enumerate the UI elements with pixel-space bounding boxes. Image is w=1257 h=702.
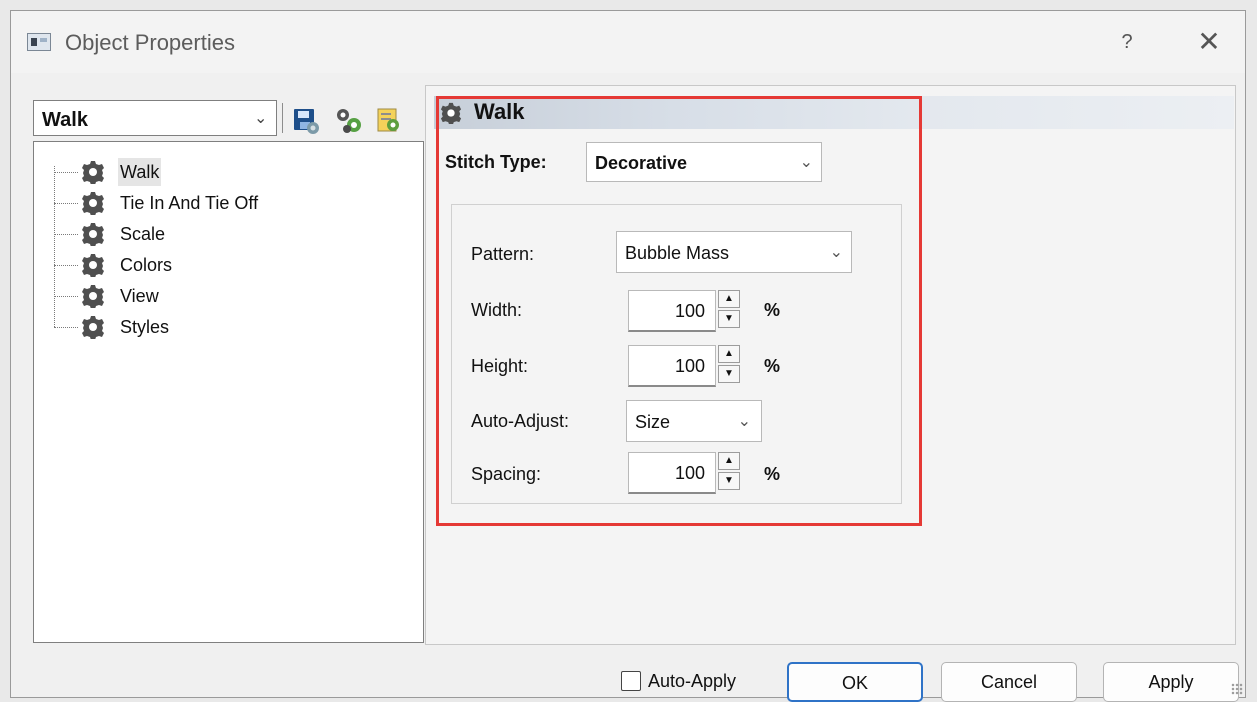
object-properties-window: Object Properties ? ✕ Walk ⌄ Walk Tie In… bbox=[10, 10, 1246, 702]
spacing-spinner[interactable]: ▲ ▼ bbox=[718, 452, 742, 492]
dialog-buttons: Auto-Apply OK Cancel Apply bbox=[11, 651, 1245, 702]
spacing-label: Spacing: bbox=[471, 464, 542, 484]
auto-adjust-select[interactable]: Size ⌄ bbox=[626, 400, 762, 442]
gear-icon bbox=[82, 316, 104, 339]
tree-connector bbox=[54, 296, 78, 297]
panel-title: Walk bbox=[474, 99, 525, 124]
gear-icon bbox=[440, 102, 462, 124]
width-label: Width: bbox=[471, 300, 523, 320]
gear-icon bbox=[82, 223, 104, 246]
apply-button[interactable]: Apply bbox=[1103, 662, 1239, 702]
tree-connector bbox=[54, 203, 78, 204]
spin-down-icon[interactable]: ▼ bbox=[718, 472, 740, 490]
ok-button[interactable]: OK bbox=[787, 662, 923, 702]
object-toolbar bbox=[281, 99, 421, 139]
auto-apply-label[interactable]: Auto-Apply bbox=[648, 671, 736, 692]
gear-icon bbox=[82, 192, 104, 215]
cancel-button[interactable]: Cancel bbox=[941, 662, 1077, 702]
tree-connector bbox=[54, 172, 78, 173]
properties-button[interactable] bbox=[333, 105, 363, 135]
stitch-type-select[interactable]: Decorative ⌄ bbox=[586, 142, 822, 182]
save-icon bbox=[294, 109, 319, 134]
tree-label: Scale bbox=[120, 224, 166, 244]
help-button[interactable]: ? bbox=[1107, 25, 1147, 59]
pattern-select[interactable]: Bubble Mass ⌄ bbox=[616, 231, 852, 273]
chevron-down-icon: ⌄ bbox=[829, 244, 843, 261]
properties-panel: Walk Stitch Type: Decorative ⌄ Pattern: … bbox=[425, 85, 1236, 645]
tree-label: Walk bbox=[118, 158, 162, 186]
width-spinner[interactable]: ▲ ▼ bbox=[718, 290, 742, 330]
spacing-unit: % bbox=[764, 464, 781, 484]
left-panel: Walk ⌄ Walk Tie In And Tie Off Scale Col… bbox=[23, 85, 424, 643]
height-spinner[interactable]: ▲ ▼ bbox=[718, 345, 742, 385]
height-value: 100 bbox=[674, 356, 705, 376]
auto-adjust-label: Auto-Adjust: bbox=[471, 411, 570, 431]
toolbar-separator bbox=[282, 103, 283, 133]
save-button[interactable] bbox=[291, 105, 321, 135]
title-bar: Object Properties ? ✕ bbox=[11, 11, 1245, 73]
width-value: 100 bbox=[674, 301, 705, 321]
property-tree: Walk Tie In And Tie Off Scale Colors Vie… bbox=[33, 141, 424, 643]
gear-properties-icon bbox=[337, 109, 361, 133]
auto-adjust-value: Size bbox=[635, 412, 671, 432]
height-label: Height: bbox=[471, 356, 529, 376]
width-input[interactable]: 100 bbox=[628, 290, 716, 332]
tree-label: Styles bbox=[120, 317, 170, 337]
chevron-down-icon: ⌄ bbox=[737, 413, 751, 430]
object-select[interactable]: Walk ⌄ bbox=[33, 100, 277, 136]
tree-connector-line bbox=[54, 166, 55, 327]
panel-header: Walk bbox=[434, 96, 1234, 129]
pattern-label: Pattern: bbox=[471, 244, 535, 264]
window-title: Object Properties bbox=[65, 30, 235, 55]
stitch-type-value: Decorative bbox=[595, 153, 688, 173]
close-button[interactable]: ✕ bbox=[1189, 25, 1229, 59]
tree-connector bbox=[54, 327, 78, 328]
document-settings-button[interactable] bbox=[373, 105, 403, 135]
tree-connector bbox=[54, 265, 78, 266]
auto-apply-checkbox[interactable] bbox=[621, 671, 641, 691]
spin-down-icon[interactable]: ▼ bbox=[718, 365, 740, 383]
gear-icon bbox=[82, 254, 104, 277]
spin-up-icon[interactable]: ▲ bbox=[718, 290, 740, 308]
gear-icon bbox=[82, 285, 104, 308]
resize-grip[interactable] bbox=[1231, 683, 1243, 695]
app-icon bbox=[27, 33, 51, 51]
chevron-down-icon: ⌄ bbox=[799, 154, 813, 171]
stitch-type-label: Stitch Type: bbox=[445, 152, 547, 172]
object-select-value: Walk bbox=[42, 109, 88, 131]
height-unit: % bbox=[764, 356, 781, 376]
tree-label: Colors bbox=[120, 255, 173, 275]
spin-down-icon[interactable]: ▼ bbox=[718, 310, 740, 328]
tree-label: View bbox=[120, 286, 159, 306]
chevron-down-icon: ⌄ bbox=[254, 110, 268, 127]
spacing-input[interactable]: 100 bbox=[628, 452, 716, 494]
document-settings-icon bbox=[377, 108, 399, 132]
tree-label: Tie In And Tie Off bbox=[120, 193, 259, 213]
width-unit: % bbox=[764, 300, 781, 320]
spacing-value: 100 bbox=[674, 463, 705, 483]
spin-up-icon[interactable]: ▲ bbox=[718, 345, 740, 363]
gear-icon bbox=[82, 161, 104, 184]
spin-up-icon[interactable]: ▲ bbox=[718, 452, 740, 470]
pattern-value: Bubble Mass bbox=[625, 243, 730, 263]
height-input[interactable]: 100 bbox=[628, 345, 716, 387]
tree-connector bbox=[54, 234, 78, 235]
